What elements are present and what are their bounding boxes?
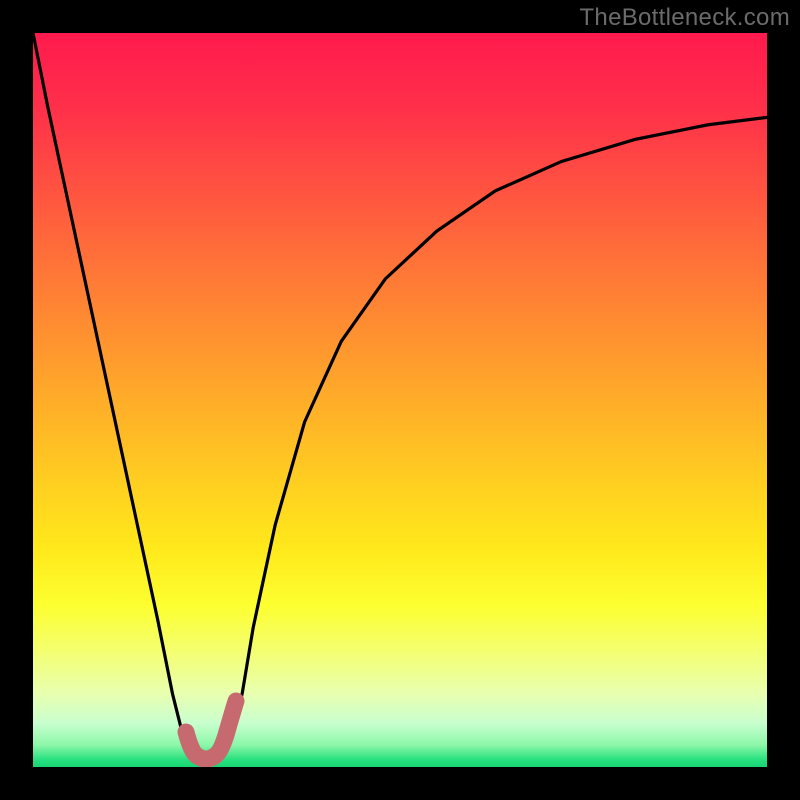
curve-svg [33,33,767,767]
watermark-text: TheBottleneck.com [579,4,790,32]
chart-frame: TheBottleneck.com [0,0,800,800]
bottleneck-curve [33,33,767,763]
plot-area [33,33,767,767]
highlight-region [186,701,236,759]
